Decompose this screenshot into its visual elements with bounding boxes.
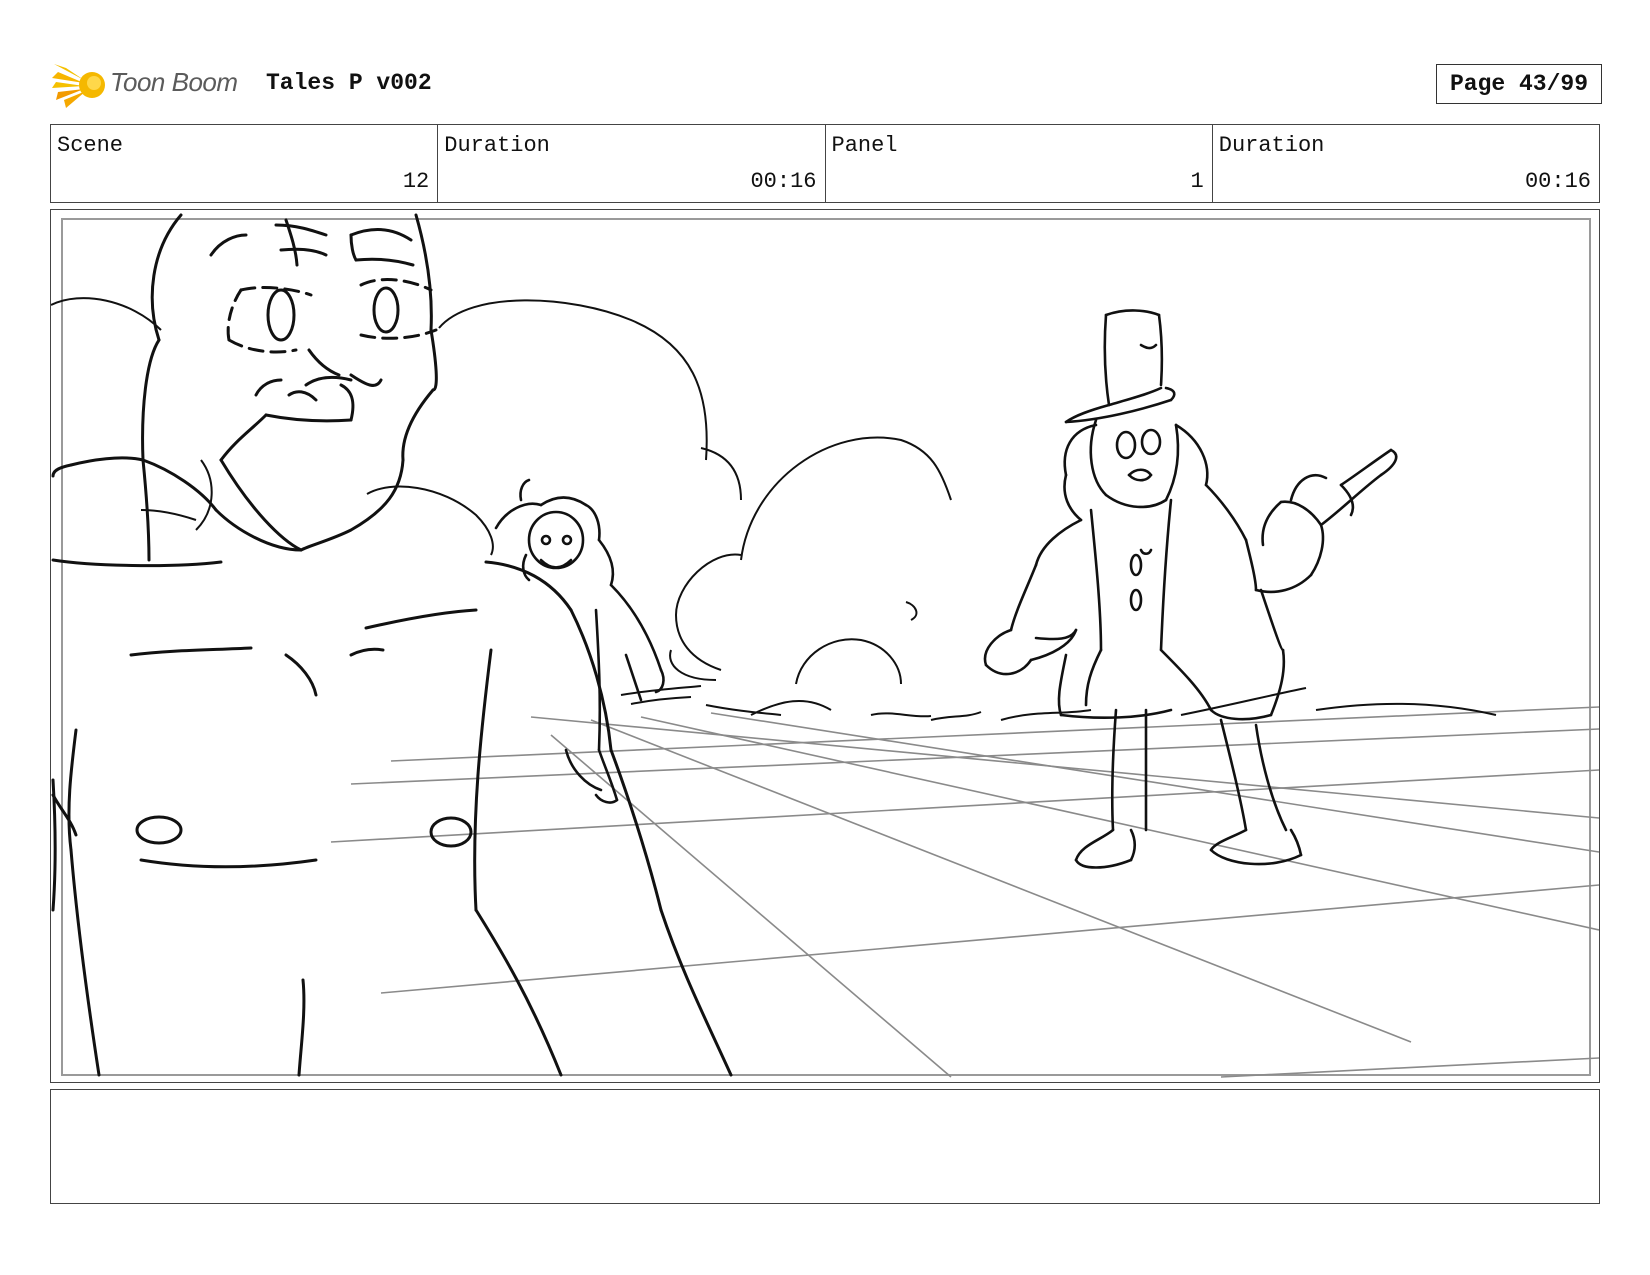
giant-man-figure bbox=[51, 213, 733, 1077]
background-clouds bbox=[51, 297, 952, 685]
scene-duration-label: Duration bbox=[444, 133, 550, 158]
top-hat-man-figure bbox=[983, 309, 1398, 869]
page-number: Page 43/99 bbox=[1436, 64, 1602, 104]
panel-duration-value: 00:16 bbox=[1524, 169, 1591, 194]
storyboard-panel bbox=[50, 209, 1600, 1083]
scene-duration-value: 00:16 bbox=[750, 169, 817, 194]
toon-boom-sunburst-icon bbox=[52, 64, 105, 108]
panel-duration-cell: Duration 00:16 bbox=[1213, 125, 1599, 202]
toon-boom-logo: Toon Boom bbox=[52, 58, 252, 112]
panel-notes-box bbox=[50, 1089, 1600, 1204]
logo-wordmark: Toon Boom bbox=[110, 67, 238, 97]
scene-label: Scene bbox=[57, 133, 124, 158]
panel-value: 1 bbox=[1190, 169, 1204, 194]
scene-value: 12 bbox=[402, 169, 430, 194]
panel-duration-label: Duration bbox=[1218, 133, 1325, 158]
scene-duration-cell: Duration 00:16 bbox=[438, 125, 826, 202]
dwarf-figure bbox=[494, 478, 665, 804]
panel-cell: Panel 1 bbox=[826, 125, 1213, 202]
scene-info-table: Scene 12 Duration 00:16 Panel 1 Duration… bbox=[50, 124, 1600, 203]
safe-area-frame bbox=[61, 218, 1591, 1076]
panel-label: Panel bbox=[831, 133, 898, 158]
scene-cell: Scene 12 bbox=[51, 125, 439, 202]
project-title: Tales P v002 bbox=[266, 70, 432, 96]
perspective-grid bbox=[330, 706, 1599, 1078]
panel-sketch bbox=[51, 213, 1599, 1078]
